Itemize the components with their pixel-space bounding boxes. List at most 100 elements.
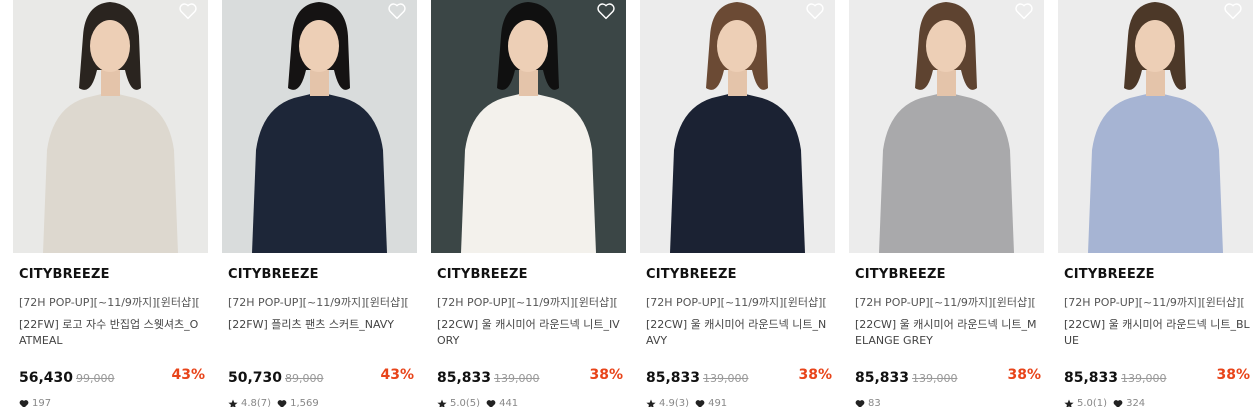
likes-count: 197 [32,398,52,407]
likes-count: 1,569 [290,398,319,407]
brand-name[interactable]: CITYBREEZE [228,267,319,282]
product-meta: 4.8(7) 1,569 [228,398,319,407]
product-title[interactable]: [22CW] 울 캐시미어 라운드넥 니트_BLUE [1064,317,1250,349]
wishlist-heart-icon[interactable] [805,2,825,20]
product-title[interactable]: [22CW] 울 캐시미어 라운드넥 니트_NAVY [646,317,832,349]
rating: 5.0(5) [437,398,480,407]
product-card[interactable]: CITYBREEZE [72H POP-UP][~11/9까지][윈터샵][ [… [640,0,835,407]
brand-name[interactable]: CITYBREEZE [1064,267,1155,282]
rating-text: 5.0(5) [450,398,481,407]
promo-text[interactable]: [72H POP-UP][~11/9까지][윈터샵][ [855,294,1041,310]
product-card[interactable]: CITYBREEZE [72H POP-UP][~11/9까지][윈터샵][ [… [431,0,626,407]
original-price: 139,000 [1121,372,1167,385]
product-card[interactable]: CITYBREEZE [72H POP-UP][~11/9까지][윈터샵][ [… [13,0,208,407]
product-photo [640,0,835,253]
wishlist-heart-icon[interactable] [1223,2,1243,20]
product-image[interactable] [222,0,417,253]
rating-text: 5.0(1) [1077,398,1108,407]
likes-count: 441 [499,398,519,407]
product-title[interactable]: [22CW] 울 캐시미어 라운드넥 니트_IVORY [437,317,623,349]
discount-rate: 38% [589,367,623,383]
discount-rate: 38% [1007,367,1041,383]
promo-text[interactable]: [72H POP-UP][~11/9까지][윈터샵][ [1064,294,1250,310]
rating-text: 4.8(7) [241,398,272,407]
sale-price: 50,730 [228,370,283,386]
sale-price: 85,833 [646,370,701,386]
star-icon [228,399,238,407]
original-price: 99,000 [76,372,115,385]
original-price: 139,000 [912,372,958,385]
price-row: 50,730 89,000 43% [228,367,414,387]
star-icon [1064,399,1074,407]
heart-filled-icon [19,399,29,407]
product-photo [849,0,1044,253]
price-row: 85,833 139,000 38% [855,367,1041,387]
sale-price: 85,833 [437,370,492,386]
likes-count: 83 [868,398,881,407]
price-row: 85,833 139,000 38% [437,367,623,387]
brand-name[interactable]: CITYBREEZE [437,267,528,282]
promo-text[interactable]: [72H POP-UP][~11/9까지][윈터샵][ [19,294,205,310]
wishlist-heart-icon[interactable] [178,2,198,20]
price-row: 85,833 139,000 38% [646,367,832,387]
original-price: 89,000 [285,372,324,385]
product-meta: 5.0(1) 324 [1064,398,1145,407]
original-price: 139,000 [703,372,749,385]
promo-text[interactable]: [72H POP-UP][~11/9까지][윈터샵][ [646,294,832,310]
likes-count: 491 [708,398,728,407]
rating: 5.0(1) [1064,398,1107,407]
rating: 4.8(7) [228,398,271,407]
original-price: 139,000 [494,372,540,385]
product-card[interactable]: CITYBREEZE [72H POP-UP][~11/9까지][윈터샵][ [… [849,0,1044,407]
heart-filled-icon [855,399,865,407]
product-meta: 197 [19,398,51,407]
heart-filled-icon [1113,399,1123,407]
brand-name[interactable]: CITYBREEZE [855,267,946,282]
product-title[interactable]: [22FW] 로고 자수 반집업 스웻셔츠_OATMEAL [19,317,205,349]
product-image[interactable] [13,0,208,253]
likes: 197 [19,398,51,407]
product-image[interactable] [640,0,835,253]
product-meta: 83 [855,398,881,407]
promo-text[interactable]: [72H POP-UP][~11/9까지][윈터샵][ [228,294,414,310]
likes-count: 324 [1126,398,1146,407]
product-grid: CITYBREEZE [72H POP-UP][~11/9까지][윈터샵][ [… [13,0,1253,407]
rating-text: 4.9(3) [659,398,690,407]
discount-rate: 38% [798,367,832,383]
discount-rate: 38% [1216,367,1250,383]
star-icon [437,399,447,407]
product-photo [1058,0,1253,253]
discount-rate: 43% [171,367,205,383]
price-row: 85,833 139,000 38% [1064,367,1250,387]
product-image[interactable] [431,0,626,253]
product-title[interactable]: [22FW] 플리츠 팬츠 스커트_NAVY [228,317,414,333]
wishlist-heart-icon[interactable] [387,2,407,20]
likes: 441 [486,398,518,407]
price-row: 56,430 99,000 43% [19,367,205,387]
product-photo [431,0,626,253]
star-icon [646,399,656,407]
brand-name[interactable]: CITYBREEZE [19,267,110,282]
product-photo [13,0,208,253]
heart-filled-icon [277,399,287,407]
sale-price: 85,833 [1064,370,1119,386]
product-image[interactable] [849,0,1044,253]
discount-rate: 43% [380,367,414,383]
sale-price: 85,833 [855,370,910,386]
sale-price: 56,430 [19,370,74,386]
wishlist-heart-icon[interactable] [596,2,616,20]
product-title[interactable]: [22CW] 울 캐시미어 라운드넥 니트_MELANGE GREY [855,317,1041,349]
likes: 1,569 [277,398,319,407]
product-card[interactable]: CITYBREEZE [72H POP-UP][~11/9까지][윈터샵][ [… [222,0,417,407]
likes: 83 [855,398,881,407]
heart-filled-icon [486,399,496,407]
likes: 491 [695,398,727,407]
product-meta: 5.0(5) 441 [437,398,518,407]
product-meta: 4.9(3) 491 [646,398,727,407]
product-card[interactable]: CITYBREEZE [72H POP-UP][~11/9까지][윈터샵][ [… [1058,0,1253,407]
wishlist-heart-icon[interactable] [1014,2,1034,20]
product-image[interactable] [1058,0,1253,253]
brand-name[interactable]: CITYBREEZE [646,267,737,282]
product-photo [222,0,417,253]
promo-text[interactable]: [72H POP-UP][~11/9까지][윈터샵][ [437,294,623,310]
